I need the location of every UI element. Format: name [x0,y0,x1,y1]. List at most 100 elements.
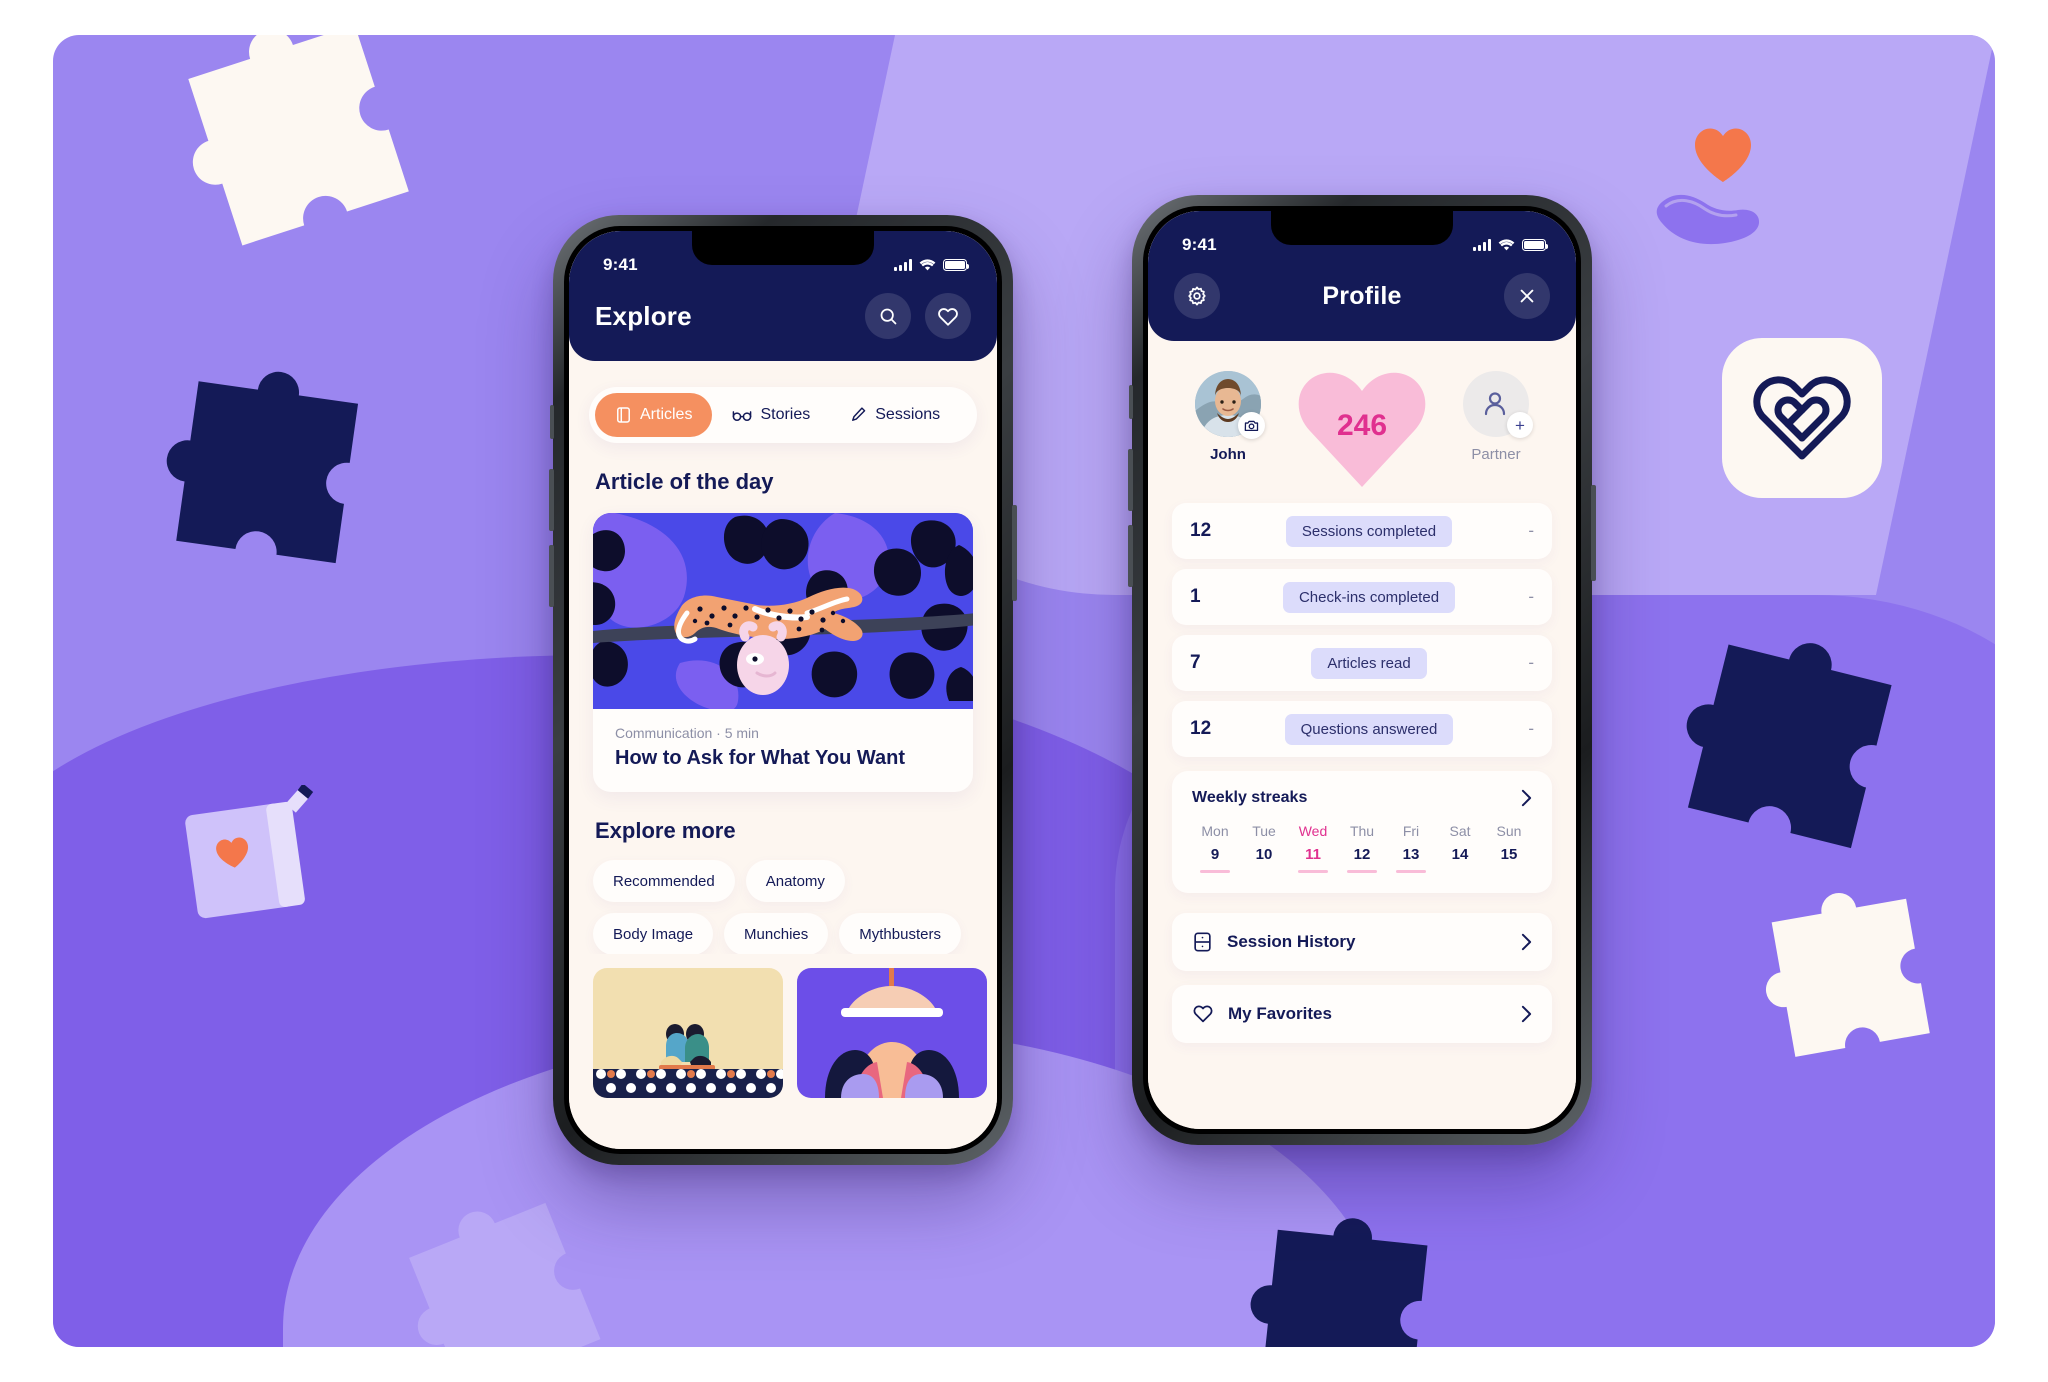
app-icon-tile [1722,338,1882,498]
mute-switch[interactable] [550,405,554,439]
streak-underline [1200,870,1230,873]
chevron-right-icon[interactable] [1521,1005,1532,1023]
menu-item-label: Session History [1227,931,1356,951]
book-with-heart [173,783,333,935]
notch [692,231,874,265]
menu-item-my-favorites[interactable]: My Favorites [1172,984,1552,1043]
camera-badge-button[interactable] [1238,412,1265,439]
day-tue[interactable]: Tue 10 [1241,823,1287,873]
profile-hero: John 246 + Partner [1148,341,1576,497]
page-title-profile: Profile [1322,281,1402,310]
history-icon [1194,931,1211,952]
tab-stories[interactable]: Stories [712,393,830,437]
explore-scroll-area[interactable]: 9:41 Explore Articles Stories Sessions A… [569,231,997,1149]
day-of-week: Wed [1298,823,1328,839]
day-of-month: 10 [1255,846,1273,863]
day-sun[interactable]: Sun 15 [1486,823,1532,873]
connection-score: 246 [1294,367,1430,491]
day-of-month: 12 [1353,846,1371,863]
streak-underline [1396,870,1426,873]
stat-label: Sessions completed [1285,515,1453,547]
volume-up-button-right[interactable] [1128,449,1133,511]
volume-up-button[interactable] [549,469,554,531]
weekly-streaks-panel[interactable]: Weekly streaks Mon 9 Tue 10 Wed 11 Thu 1… [1172,771,1552,893]
status-time: 9:41 [603,255,638,274]
stat-value: 7 [1190,652,1201,673]
heart-icon [938,307,958,326]
chevron-right-icon[interactable] [1521,933,1532,951]
chip-anatomy[interactable]: Anatomy [745,860,845,902]
favorites-button[interactable] [925,293,971,339]
close-button[interactable] [1503,273,1550,319]
segmented-tabs: Articles Stories Sessions [589,387,977,443]
avatar[interactable] [1195,371,1265,439]
profile-scroll-area[interactable]: 9:41 Profile John 246 + Partner 12 Sessi… [1148,211,1576,1129]
day-fri[interactable]: Fri 13 [1388,823,1434,873]
streak-underline [1445,870,1475,873]
chip-mythbusters[interactable]: Mythbusters [839,913,961,954]
book-icon [617,407,630,423]
status-time-right: 9:41 [1182,235,1217,254]
volume-down-button[interactable] [549,545,554,607]
stat-trend: - [1528,653,1534,672]
couple-under-lamp-illustration[interactable] [797,968,987,1098]
tab-sessions[interactable]: Sessions [830,393,960,437]
power-button[interactable] [1012,505,1017,601]
day-of-week: Tue [1252,823,1276,839]
mute-switch-right[interactable] [1129,385,1133,419]
volume-down-button-right[interactable] [1128,525,1133,587]
glasses-icon [733,411,752,422]
search-button[interactable] [865,293,911,339]
streak-underline [1298,870,1328,873]
cheetah-and-sloth-jungle-illustration [593,513,973,709]
phone-left: 9:41 Explore Articles Stories Sessions A… [549,215,1017,1165]
partner-block[interactable]: + Partner [1450,371,1542,463]
day-of-month: 9 [1210,846,1220,863]
day-sat[interactable]: Sat 14 [1437,823,1483,873]
add-partner-button[interactable]: + [1463,371,1533,438]
stat-row-sessions[interactable]: 12 Sessions completed - [1172,503,1552,559]
menu-item-session-history[interactable]: Session History [1172,912,1552,971]
stat-trend: - [1528,587,1534,606]
tabs-container: Articles Stories Sessions [569,361,997,443]
article-title: How to Ask for What You Want [615,747,905,769]
settings-button[interactable] [1174,273,1220,319]
stat-row-questions[interactable]: 12 Questions answered - [1172,701,1552,757]
day-mon[interactable]: Mon 9 [1192,823,1238,873]
chip-body-image[interactable]: Body Image [593,913,714,954]
day-of-week: Sat [1449,823,1471,839]
day-of-month: 15 [1500,846,1518,863]
add-partner-plus-icon: + [1507,412,1533,438]
streak-underline [1494,870,1524,873]
partner-label: Partner [1471,446,1521,463]
stat-row-articles[interactable]: 7 Articles read - [1172,635,1552,691]
article-of-the-day-card[interactable]: Communication · 5 min How to Ask for Wha… [593,513,973,792]
streak-underline [1249,870,1279,873]
day-of-week: Sun [1496,823,1522,839]
pencil-icon [852,407,866,421]
couple-sitting-back-to-back-illustration[interactable] [593,968,783,1098]
stat-label: Questions answered [1284,713,1454,745]
day-wed[interactable]: Wed 11 [1290,823,1336,873]
battery-icon-right [1522,239,1549,251]
notch-right [1271,211,1453,245]
menu-item-label: My Favorites [1228,1003,1332,1023]
chip-munchies[interactable]: Munchies [724,913,829,954]
power-button-right[interactable] [1591,485,1596,581]
gear-icon [1188,286,1206,306]
chip-recommended[interactable]: Recommended [593,860,735,902]
day-thu[interactable]: Thu 12 [1339,823,1385,873]
day-of-month: 11 [1305,846,1321,863]
hand-holding-heart [1640,110,1800,260]
signal-bars-icon-right [1473,239,1491,251]
user-profile-block[interactable]: John [1182,371,1274,463]
page-title: Explore [595,300,692,331]
tab-articles[interactable]: Articles [595,393,713,437]
puzzle-piece-white [1745,870,1971,1096]
stat-row-checkins[interactable]: 1 Check-ins completed - [1172,569,1552,625]
puzzle-piece-navy [143,350,403,610]
chevron-right-icon[interactable] [1521,789,1532,807]
phone-right: 9:41 Profile John 246 + Partner 12 Sessi… [1128,195,1596,1145]
puzzle-piece-navy-bottom [1232,1201,1468,1347]
stat-label: Check-ins completed [1282,581,1456,613]
